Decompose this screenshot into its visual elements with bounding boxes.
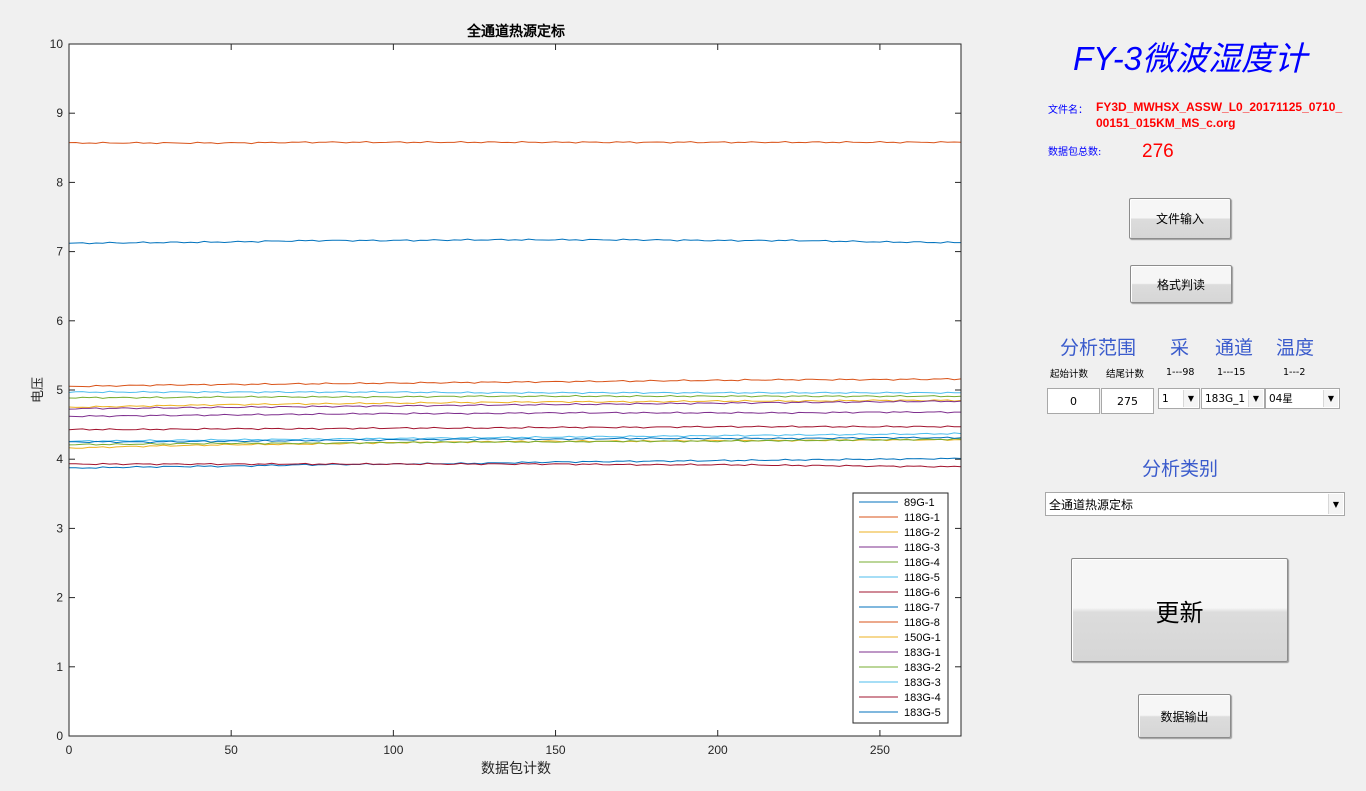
analysis-type-select-value: 全通道热源定标 [1049, 497, 1134, 512]
file-name-value: FY3D_MWHSX_ASSW_L0_20171125_0710_00151_0… [1096, 100, 1343, 130]
update-button[interactable]: 更新 [1071, 558, 1288, 662]
legend-label: 183G-1 [904, 647, 941, 659]
chevron-down-icon: ▼ [1248, 390, 1263, 407]
file-name-label: 文件名： [1048, 105, 1088, 116]
y-tick-label: 5 [56, 383, 63, 397]
plot-area: 0 50 100 150 200 250 0 1 2 3 4 5 6 7 8 9 10 全通道热源定标 数据包计… [31, 23, 962, 777]
x-tick-label: 100 [383, 743, 403, 757]
sample-select[interactable]: 1 ▼ [1158, 388, 1200, 409]
x-axis-label: 数据包计数 [481, 761, 551, 777]
legend-label: 150G-1 [904, 632, 941, 644]
app-title: FY-3微波湿度计 [1072, 40, 1308, 77]
x-tick-label: 0 [66, 743, 73, 757]
analysis-range-header: 分析范围 [1060, 337, 1137, 359]
y-axis-label: 电压 [31, 377, 46, 403]
y-tick-label: 8 [56, 175, 63, 189]
sample-range-label: 1---98 [1166, 367, 1195, 378]
analysis-type-header: 分析类别 [1142, 458, 1219, 480]
channel-select-value: 183G_1 [1205, 392, 1246, 405]
y-tick-label: 9 [56, 106, 63, 120]
temperature-select-value: 04星 [1269, 393, 1293, 405]
sample-header: 采 [1170, 337, 1190, 359]
start-count-label: 起始计数 [1050, 369, 1089, 380]
channel-select[interactable]: 183G_1 ▼ [1201, 388, 1265, 409]
legend-label: 89G-1 [904, 497, 935, 509]
channel-range-label: 1---15 [1217, 367, 1246, 378]
y-tick-label: 4 [56, 452, 63, 466]
x-tick-label: 250 [870, 743, 890, 757]
legend-label: 183G-5 [904, 707, 941, 719]
legend-label: 118G-3 [904, 542, 940, 554]
packet-total-value: 276 [1142, 141, 1174, 162]
chevron-down-icon: ▼ [1323, 390, 1338, 407]
chevron-down-icon: ▼ [1328, 494, 1343, 514]
y-tick-label: 1 [56, 660, 63, 674]
legend-label: 183G-4 [904, 692, 941, 704]
legend-label: 118G-8 [904, 617, 940, 629]
channel-header: 通道 [1215, 337, 1254, 359]
temperature-range-label: 1---2 [1283, 367, 1306, 378]
file-input-button[interactable]: 文件输入 [1129, 198, 1231, 239]
axes-background [69, 44, 961, 736]
temperature-select[interactable]: 04星 ▼ [1265, 388, 1340, 409]
y-tick-label: 0 [56, 729, 63, 743]
data-output-button[interactable]: 数据输出 [1138, 694, 1231, 738]
legend-label: 118G-6 [904, 587, 940, 599]
legend-label: 118G-4 [904, 557, 940, 569]
analysis-type-select[interactable]: 全通道热源定标 ▼ [1045, 492, 1345, 516]
y-tick-label: 3 [56, 521, 63, 535]
legend-label: 183G-2 [904, 662, 941, 674]
x-tick-label: 150 [546, 743, 566, 757]
legend-label: 118G-7 [904, 602, 940, 614]
format-check-button[interactable]: 格式判读 [1130, 265, 1232, 303]
y-tick-label: 6 [56, 314, 63, 328]
y-tick-label: 7 [56, 245, 63, 259]
y-tick-label: 2 [56, 591, 63, 605]
end-count-input[interactable]: 275 [1101, 388, 1154, 414]
sample-select-value: 1 [1162, 392, 1169, 405]
x-tick-label: 50 [225, 743, 239, 757]
legend-label: 118G-2 [904, 527, 940, 539]
packet-total-label: 数据包总数: [1048, 147, 1102, 158]
plot-title: 全通道热源定标 [466, 23, 565, 40]
legend-label: 183G-3 [904, 677, 941, 689]
legend-label: 118G-1 [904, 512, 940, 524]
end-count-label: 结尾计数 [1106, 369, 1145, 380]
legend[interactable]: 89G-1 118G-1 118G-2 118G-3 118G-4 118G-5 118G-… [852, 492, 949, 724]
temperature-header: 温度 [1276, 337, 1315, 359]
x-tick-label: 200 [708, 743, 728, 757]
y-tick-label: 10 [50, 37, 64, 51]
legend-label: 118G-5 [904, 572, 940, 584]
start-count-input[interactable]: 0 [1047, 388, 1100, 414]
chevron-down-icon: ▼ [1183, 390, 1198, 407]
